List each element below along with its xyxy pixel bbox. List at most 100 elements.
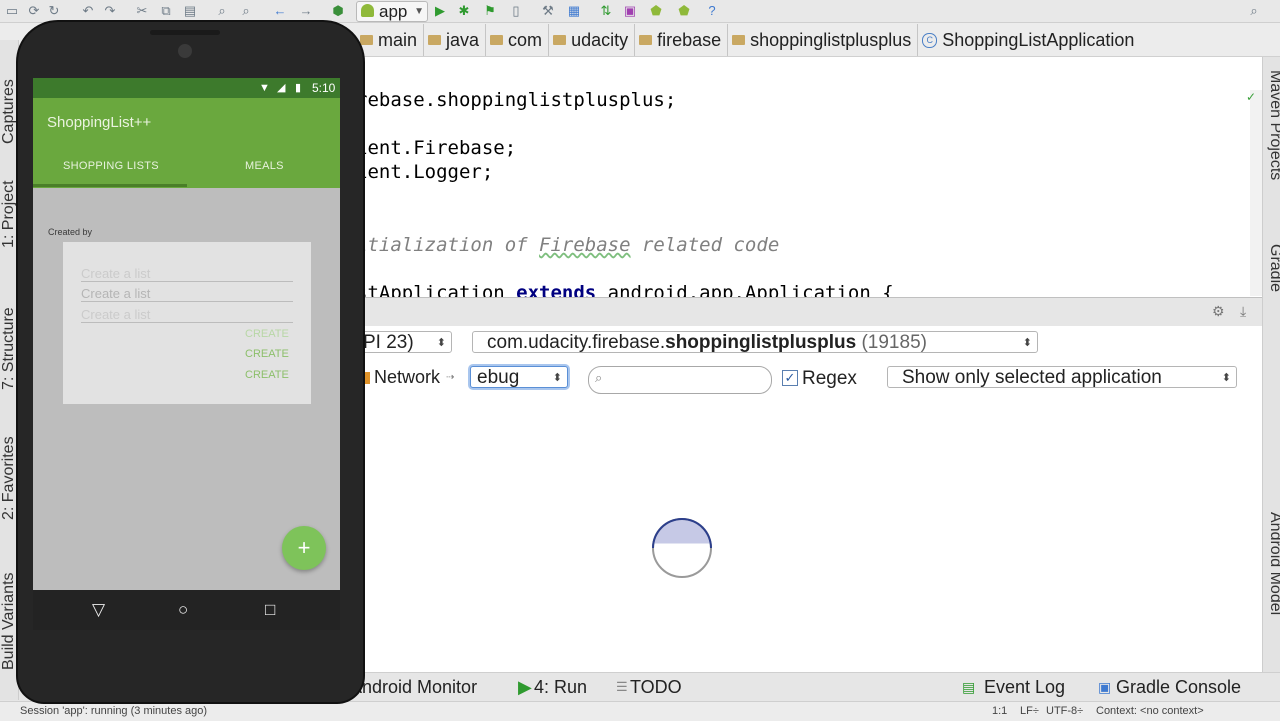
run-tab[interactable]: 4: Run (534, 673, 587, 701)
breadcrumb-item-firebase[interactable]: firebase (635, 24, 729, 56)
breadcrumb-label: java (446, 30, 480, 50)
search-everywhere-icon[interactable]: ⌕ (1246, 3, 1262, 19)
device-select[interactable]: PI 23) ⬍ (356, 331, 452, 353)
breadcrumb-item-java[interactable]: java (424, 24, 487, 56)
build-variants-tab[interactable]: Build Variants (0, 560, 18, 670)
avd-manager-icon[interactable]: ▦ (566, 3, 582, 19)
debug-icon[interactable]: ✱ (456, 3, 472, 19)
structure-tab[interactable]: 7: Structure (0, 280, 18, 390)
process-prefix: com.udacity.firebase. (487, 332, 666, 353)
list-name-input[interactable]: Create a list (81, 266, 293, 282)
editor-scrollbar[interactable] (1250, 90, 1262, 296)
breadcrumb-item-udacity[interactable]: udacity (549, 24, 636, 56)
paste-icon[interactable]: ▤ (182, 3, 198, 19)
project-tab[interactable]: 1: Project (0, 168, 18, 248)
gear-icon[interactable]: ⚙ (1212, 303, 1225, 320)
app-bar (33, 98, 340, 188)
tab-meals[interactable]: MEALS (245, 160, 284, 172)
folder-icon (639, 35, 653, 45)
copy-icon[interactable]: ⧉ (158, 3, 174, 19)
search-icon: ⌕ (595, 370, 603, 385)
create-button[interactable]: CREATE (245, 348, 289, 360)
log-level-select[interactable]: ebug ⬍ (470, 366, 568, 388)
sync-icon[interactable]: ⟳ (26, 3, 42, 19)
attach-icon[interactable]: ⚑ (482, 3, 498, 19)
save-all-icon[interactable]: ▭ (4, 3, 20, 19)
create-button[interactable]: CREATE (245, 328, 289, 340)
log-search-input[interactable]: ⌕ (588, 366, 772, 394)
make-icon[interactable]: ⬢ (330, 3, 346, 19)
regex-checkbox[interactable]: ✓ (782, 370, 798, 386)
add-list-fab[interactable]: + (282, 526, 326, 570)
event-log-tab[interactable]: Event Log (984, 673, 1065, 701)
breadcrumb-label: shoppinglistplusplus (750, 30, 912, 50)
todo-icon: ☰ (616, 679, 628, 694)
android-monitor-tab[interactable]: Android Monitor (350, 673, 477, 701)
app-title: ShoppingList++ (47, 114, 152, 131)
cut-icon[interactable]: ✂ (134, 3, 150, 19)
folder-icon (428, 35, 442, 45)
hide-icon[interactable]: ⤓ (1240, 303, 1246, 320)
code-comment: itialization of Firebase related code (356, 234, 779, 256)
breadcrumb-item-shoppinglistplusplus[interactable]: shoppinglistplusplus (728, 24, 919, 56)
maven-projects-tab[interactable]: Maven Projects (1266, 70, 1280, 180)
breadcrumb: main java com udacity firebase shoppingl… (356, 24, 1280, 57)
wifi-icon: ▼ (259, 82, 270, 94)
chevron-updown-icon: ⬍ (1022, 337, 1032, 349)
list-name-input[interactable]: Create a list (81, 286, 293, 302)
device-monitor-icon[interactable]: ▣ (622, 3, 638, 19)
find-icon[interactable]: ⌕ (214, 3, 230, 19)
nav-home-icon[interactable]: ○ (178, 600, 188, 620)
run-icon[interactable]: ▶ (432, 3, 448, 19)
breadcrumb-label: com (508, 30, 543, 50)
loading-spinner (652, 518, 712, 578)
line-separator[interactable]: LF÷ (1020, 702, 1039, 721)
phone-clock: 5:10 (312, 81, 336, 95)
file-encoding[interactable]: UTF-8÷ (1046, 702, 1083, 721)
phone-speaker (150, 30, 220, 35)
list-name-input[interactable]: Create a list (81, 307, 293, 323)
forward-icon[interactable]: → (298, 3, 314, 19)
replace-icon[interactable]: ⌕ (238, 3, 254, 19)
gradle-console-tab[interactable]: Gradle Console (1116, 673, 1241, 701)
filter-select[interactable]: Show only selected application ⬍ (887, 366, 1237, 388)
todo-tab[interactable]: TODO (630, 673, 682, 701)
status-bar: Session 'app': running (3 minutes ago) 1… (0, 701, 1280, 721)
android-icon[interactable]: ⬟ (648, 3, 664, 19)
run-config-select[interactable]: app ▼ (356, 1, 428, 22)
process-select[interactable]: com.udacity.firebase.shoppinglistplusplu… (472, 331, 1038, 353)
code-line: rebase.shoppinglistplusplus; (356, 89, 676, 111)
android-model-tab[interactable]: Android Model (1266, 512, 1280, 615)
code-editor[interactable]: rebase.shoppinglistplusplus; ient.Fireba… (356, 57, 1262, 297)
phone-screen: ▼ ◢ ▮ 5:10 ShoppingList++ SHOPPING LISTS… (33, 78, 340, 590)
stop-icon[interactable]: ▯ (508, 3, 524, 19)
breadcrumb-item-com[interactable]: com (486, 24, 550, 56)
favorites-tab[interactable]: 2: Favorites (0, 420, 18, 520)
tab-shopping-lists[interactable]: SHOPPING LISTS (63, 160, 159, 172)
nav-back-icon[interactable]: ▽ (92, 600, 105, 620)
redo-icon[interactable]: ↷ (102, 3, 118, 19)
session-status: Session 'app': running (3 minutes ago) (20, 705, 208, 717)
breadcrumb-item-class[interactable]: C ShoppingListApplication (918, 24, 1140, 56)
nav-recents-icon[interactable]: □ (265, 600, 275, 620)
code-line: ient.Logger; (356, 161, 493, 183)
caret-position[interactable]: 1:1 (992, 702, 1007, 721)
undo-icon[interactable]: ↶ (80, 3, 96, 19)
sdk-manager-icon[interactable]: ⚒ (540, 3, 556, 19)
sync-gradle-icon[interactable]: ⇅ (598, 3, 614, 19)
android-icon[interactable]: ⬟ (676, 3, 692, 19)
class-icon: C (922, 32, 938, 48)
network-tab[interactable]: Network ⇢ (360, 367, 454, 388)
breadcrumb-label: main (378, 30, 418, 50)
create-button[interactable]: CREATE (245, 369, 289, 381)
back-icon[interactable]: ← (272, 3, 288, 19)
run-icon: ▶ (518, 677, 532, 697)
gradle-tab[interactable]: Gradle (1266, 244, 1280, 292)
main-toolbar: ▭ ⟳ ↻ ↶ ↷ ✂ ⧉ ▤ ⌕ ⌕ ← → ⬢ app ▼ ▶ ✱ ⚑ ▯ … (0, 0, 1280, 23)
captures-tab[interactable]: Captures (0, 64, 18, 144)
folder-icon (490, 35, 504, 45)
breadcrumb-item-main[interactable]: main (356, 24, 425, 56)
help-icon[interactable]: ? (704, 3, 720, 19)
network-tab-label: Network (374, 367, 441, 387)
refresh-icon[interactable]: ↻ (46, 3, 62, 19)
